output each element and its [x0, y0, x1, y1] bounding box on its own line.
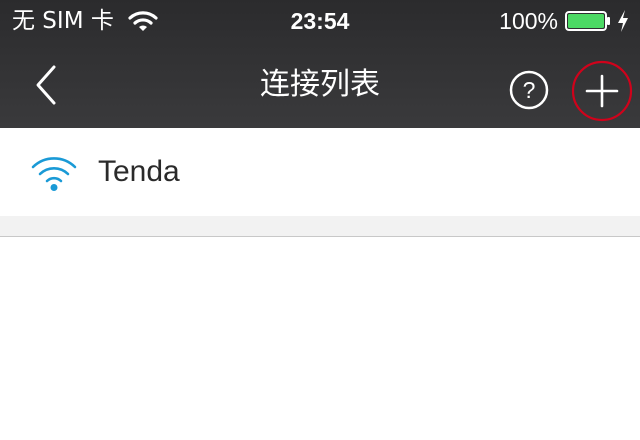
list-item-label: Tenda — [98, 155, 180, 188]
question-circle-icon: ? — [509, 70, 549, 110]
charging-bolt-icon — [618, 10, 628, 32]
battery-fill — [568, 14, 604, 28]
status-bar: 无 SIM 卡 23:54 100% — [0, 0, 640, 42]
help-button[interactable]: ? — [508, 69, 550, 111]
svg-text:?: ? — [523, 77, 536, 103]
list-separator — [0, 216, 640, 237]
header: 无 SIM 卡 23:54 100% 连接列表 ? — [0, 0, 640, 128]
battery-icon — [565, 11, 610, 31]
wifi-icon — [31, 157, 77, 191]
nav-bar: 连接列表 ? — [0, 42, 640, 128]
plus-icon — [585, 74, 619, 108]
list-item-tenda[interactable]: Tenda — [0, 128, 640, 216]
battery-percent: 100% — [499, 8, 558, 34]
add-button[interactable] — [571, 60, 633, 122]
